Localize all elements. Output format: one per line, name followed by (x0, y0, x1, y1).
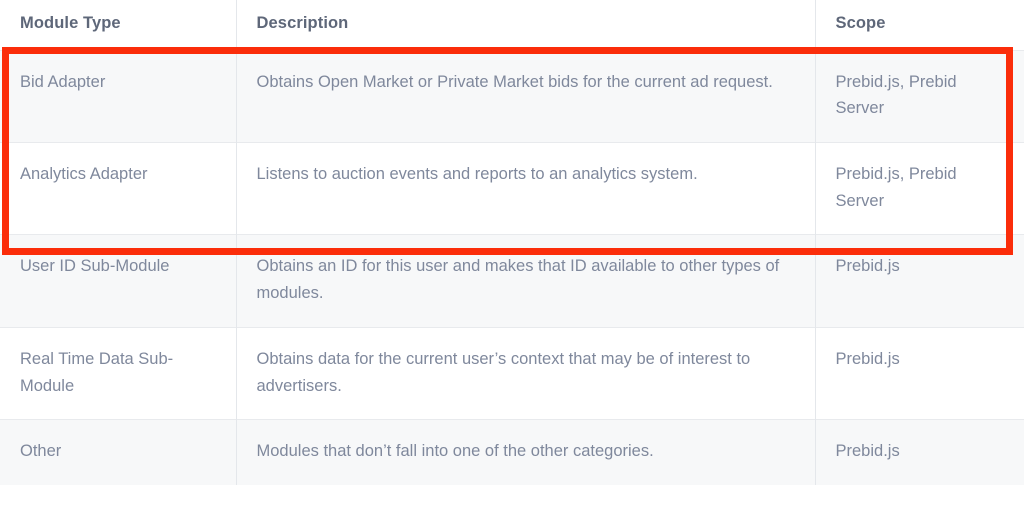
cell-module-type: Analytics Adapter (0, 141, 237, 235)
module-types-table: Module Type Description Scope Bid Adapte… (0, 0, 1024, 485)
cell-module-type: Real Time Data Sub-Module (0, 326, 237, 420)
cell-scope: Prebid.js (815, 234, 1024, 328)
table-row: Analytics Adapter Listens to auction eve… (0, 141, 1024, 235)
cell-description: Modules that don’t fall into one of the … (236, 419, 816, 485)
column-header-scope: Scope (815, 0, 1024, 50)
table-row: Other Modules that don’t fall into one o… (0, 419, 1024, 485)
column-header-description: Description (236, 0, 816, 50)
cell-module-type: Bid Adapter (0, 49, 237, 143)
table-row: Real Time Data Sub-Module Obtains data f… (0, 326, 1024, 420)
table-header-row: Module Type Description Scope (0, 0, 1024, 50)
cell-scope: Prebid.js, Prebid Server (815, 49, 1024, 143)
cell-module-type: Other (0, 419, 237, 485)
cell-description: Obtains Open Market or Private Market bi… (236, 49, 816, 143)
column-header-module-type: Module Type (0, 0, 237, 50)
table-header: Module Type Description Scope (0, 0, 1024, 50)
table-body: Bid Adapter Obtains Open Market or Priva… (0, 49, 1024, 485)
cell-description: Obtains an ID for this user and makes th… (236, 234, 816, 328)
cell-module-type: User ID Sub-Module (0, 234, 237, 328)
table-row: Bid Adapter Obtains Open Market or Priva… (0, 49, 1024, 143)
cell-scope: Prebid.js (815, 326, 1024, 420)
cell-scope: Prebid.js (815, 419, 1024, 485)
table-row: User ID Sub-Module Obtains an ID for thi… (0, 234, 1024, 328)
module-types-table-screenshot: Module Type Description Scope Bid Adapte… (0, 0, 1024, 511)
cell-description: Obtains data for the current user’s cont… (236, 326, 816, 420)
cell-scope: Prebid.js, Prebid Server (815, 141, 1024, 235)
cell-description: Listens to auction events and reports to… (236, 141, 816, 235)
